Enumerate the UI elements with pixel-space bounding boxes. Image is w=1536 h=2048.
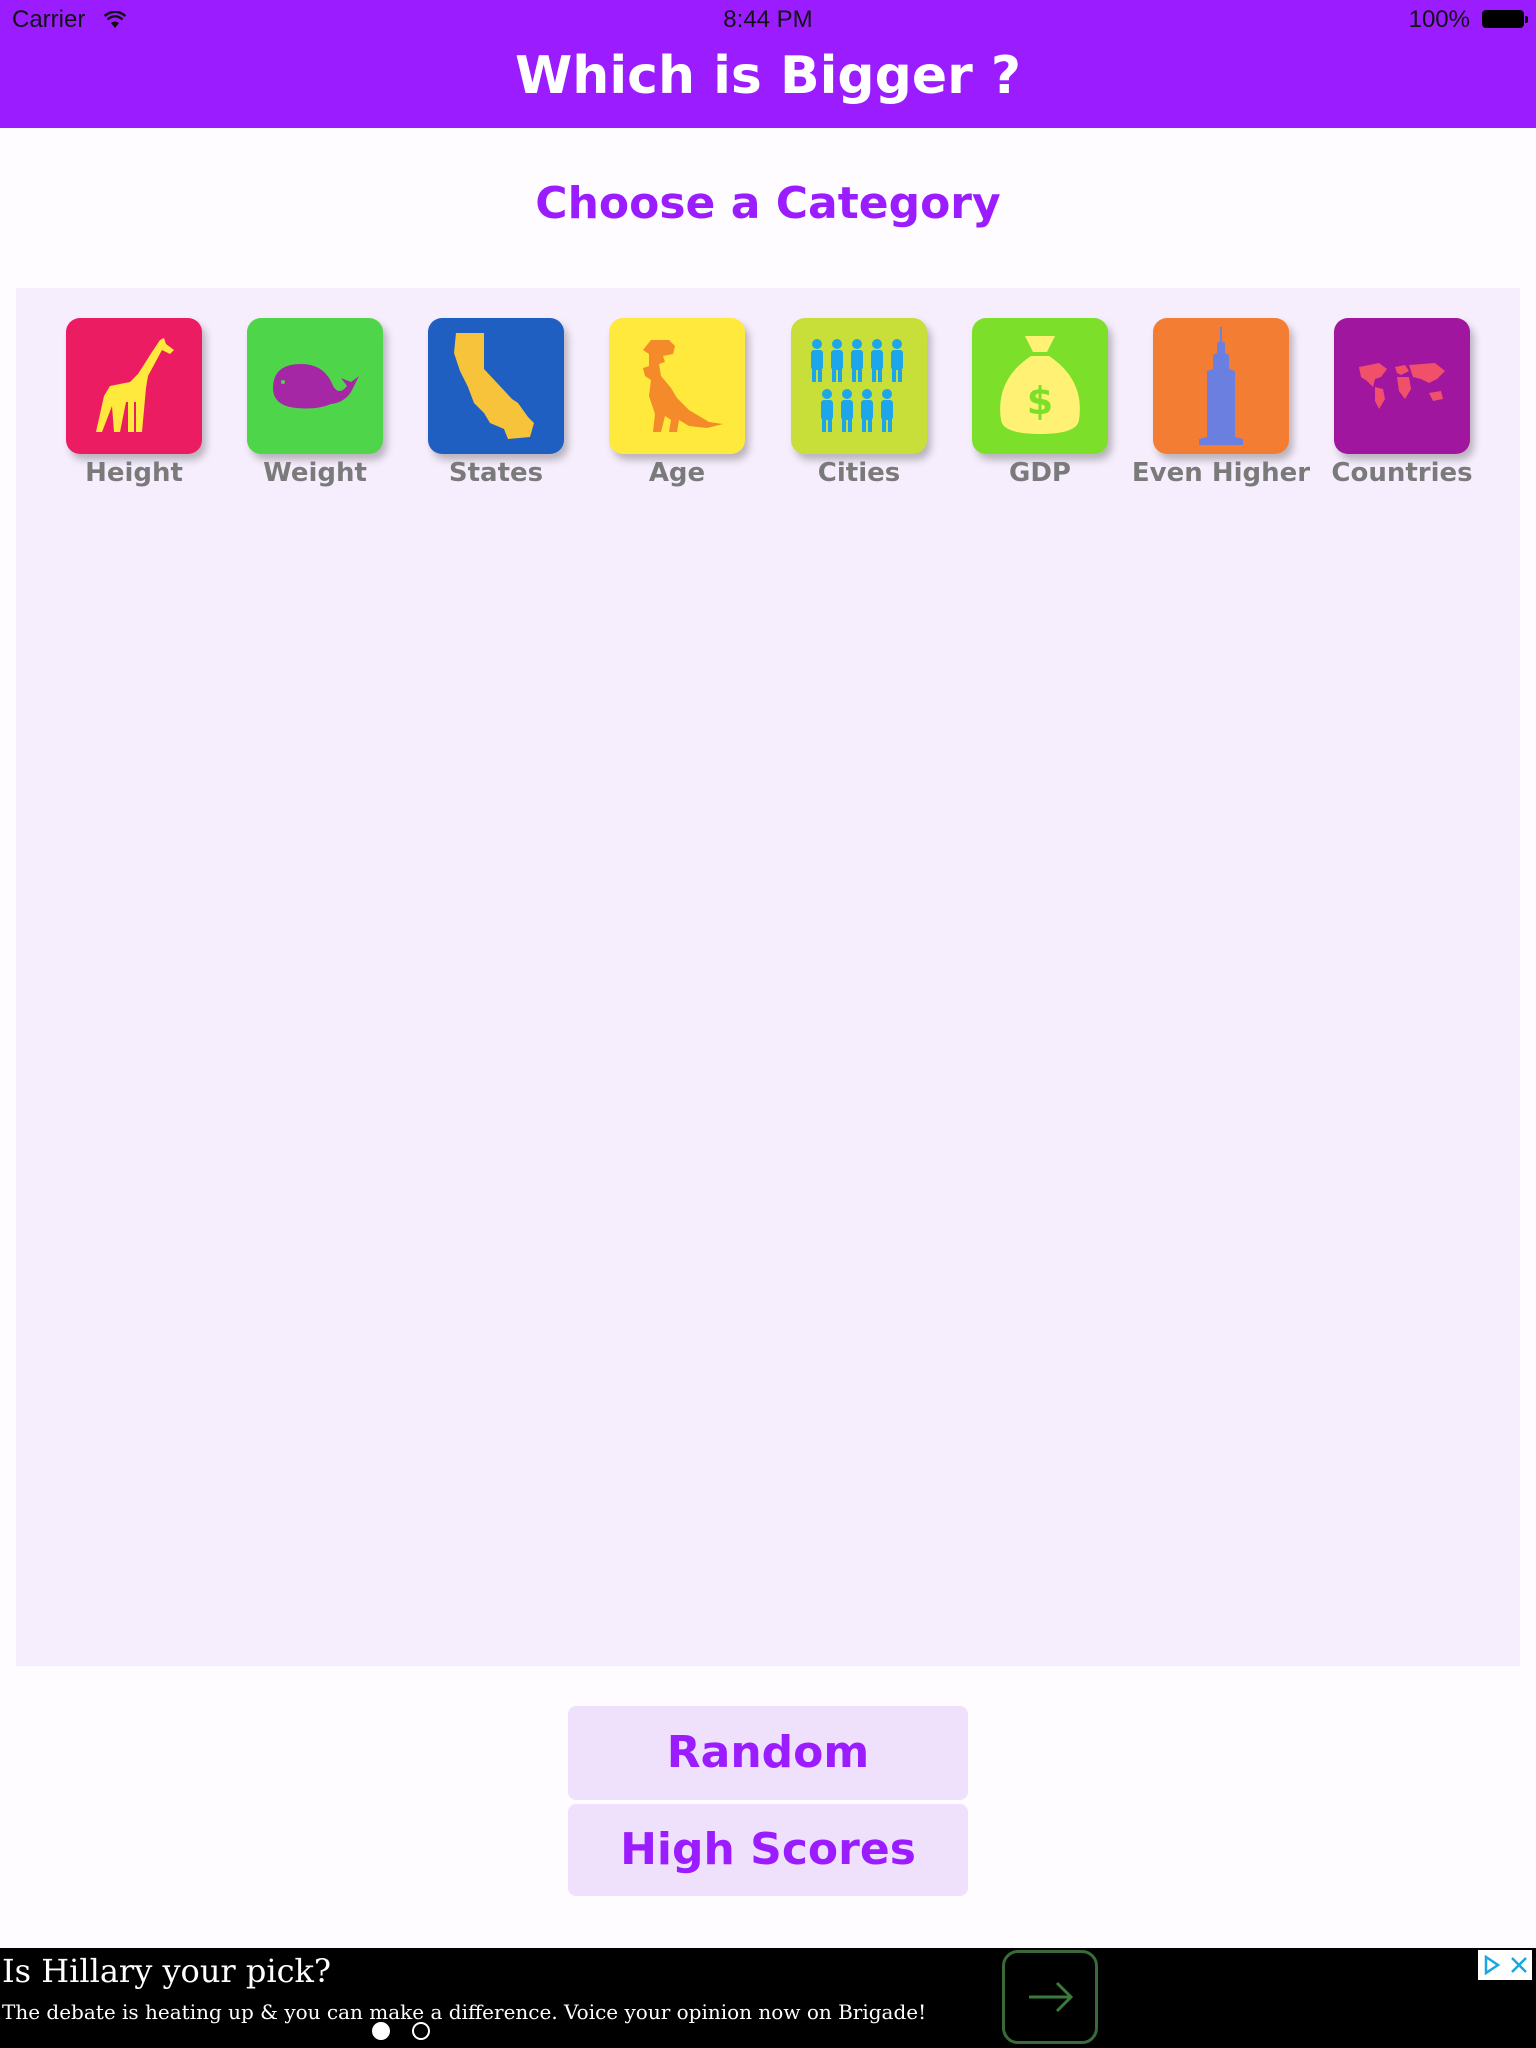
top-bar: Carrier 8:44 PM 100% Which is Bigger ? bbox=[0, 0, 1536, 128]
ad-headline[interactable]: Is Hillary your pick? bbox=[2, 1952, 331, 1990]
page-dot-active[interactable] bbox=[372, 2022, 390, 2040]
category-states[interactable]: States bbox=[428, 318, 564, 488]
app-title: Which is Bigger ? bbox=[514, 46, 1022, 106]
category-tile[interactable] bbox=[791, 318, 927, 454]
category-age[interactable]: Age bbox=[609, 318, 745, 488]
skyscraper-icon bbox=[1199, 327, 1243, 445]
dinosaur-icon bbox=[643, 340, 723, 432]
ad-choices[interactable] bbox=[1478, 1950, 1532, 1980]
arrow-right-icon bbox=[1029, 1981, 1074, 2013]
category-panel bbox=[16, 288, 1520, 1666]
svg-text:$: $ bbox=[1027, 379, 1053, 423]
ad-body[interactable]: The debate is heating up & you can make … bbox=[2, 2000, 926, 2024]
category-height[interactable]: Height bbox=[66, 318, 202, 488]
ad-arrow-button[interactable] bbox=[1002, 1950, 1098, 2044]
status-bar: Carrier 8:44 PM 100% bbox=[0, 0, 1536, 40]
category-weight[interactable]: Weight bbox=[247, 318, 383, 488]
category-tile[interactable] bbox=[247, 318, 383, 454]
category-tile[interactable]: $ bbox=[972, 318, 1108, 454]
high-scores-button[interactable]: High Scores bbox=[568, 1804, 968, 1896]
world-map-icon bbox=[1359, 363, 1445, 409]
california-icon bbox=[454, 333, 534, 439]
ad-banner[interactable]: Is Hillary your pick? The debate is heat… bbox=[0, 1948, 1536, 2048]
category-tile[interactable] bbox=[1153, 318, 1289, 454]
category-tile[interactable] bbox=[1334, 318, 1470, 454]
category-tile[interactable] bbox=[428, 318, 564, 454]
adchoices-icon[interactable] bbox=[1478, 1950, 1505, 1980]
category-tile[interactable] bbox=[66, 318, 202, 454]
whale-icon bbox=[273, 364, 359, 409]
ad-page-indicator bbox=[372, 2022, 430, 2040]
category-label: Countries bbox=[1331, 458, 1473, 488]
money-bag-icon: $ bbox=[1000, 336, 1080, 434]
page-dot[interactable] bbox=[412, 2022, 430, 2040]
category-countries[interactable]: Countries bbox=[1331, 318, 1473, 488]
category-cities[interactable]: Cities bbox=[791, 318, 927, 488]
page-subtitle: Choose a Category bbox=[535, 178, 1001, 229]
clock: 8:44 PM bbox=[723, 6, 813, 33]
battery-icon bbox=[1482, 10, 1528, 28]
random-button[interactable]: Random bbox=[568, 1706, 968, 1800]
category-tile[interactable] bbox=[609, 318, 745, 454]
close-icon[interactable] bbox=[1505, 1950, 1532, 1980]
people-icon bbox=[811, 339, 903, 432]
category-even-higher[interactable]: Even Higher bbox=[1132, 318, 1310, 488]
category-gdp[interactable]: $ GDP bbox=[972, 318, 1108, 488]
giraffe-icon bbox=[96, 338, 174, 432]
battery-percent: 100% bbox=[1408, 6, 1470, 33]
